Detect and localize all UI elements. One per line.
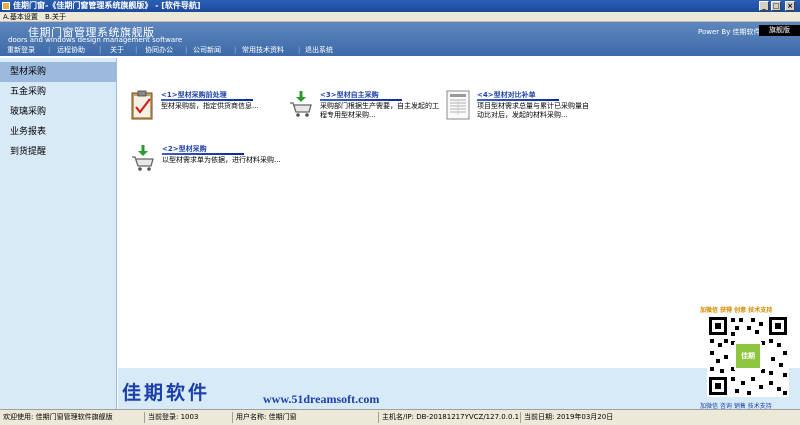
card-description: 以型材需求单为依据，进行材料采购... xyxy=(162,156,281,164)
nav-separator: | xyxy=(99,46,102,54)
main-panel: <1>型材采购前处理 型材采购前，指定供货商信息... <3>型材自主采购 采购… xyxy=(118,58,800,368)
qr-caption-top: 加微信 获得 创意 技术支持 xyxy=(700,307,773,314)
nav-about[interactable]: 关于 xyxy=(110,44,124,56)
title-underline xyxy=(320,99,402,101)
status-current-date: 当前日期: 2019年03月20日 xyxy=(524,413,614,421)
title-underline xyxy=(162,153,244,155)
minimize-button[interactable]: _ xyxy=(759,1,769,11)
menu-about[interactable]: B.关于 xyxy=(45,12,66,22)
maximize-button[interactable]: □ xyxy=(771,1,781,11)
logo-title-en: doors and windows design management soft… xyxy=(8,36,183,44)
status-divider xyxy=(144,412,145,423)
status-current-login: 当前登录: 1003 xyxy=(148,413,199,421)
sidebar-item-arrival-reminder[interactable]: 到货提醒 xyxy=(0,142,117,162)
status-divider xyxy=(378,412,379,423)
sidebar: 型材采购 五金采购 玻璃采购 业务报表 到货提醒 xyxy=(0,58,117,409)
nav-separator: | xyxy=(298,46,301,54)
card-description: 项目型材需求总量与累计已采购量自动比对后，发起的材料采购... xyxy=(477,102,589,119)
nav-relogin[interactable]: 重新登录 xyxy=(7,44,35,56)
nav-company-news[interactable]: 公司新闻 xyxy=(193,44,221,56)
nav-exit[interactable]: 退出系统 xyxy=(305,44,333,56)
footer-brand-strip: 佳期软件 www.51dreamsoft.com xyxy=(118,368,800,409)
power-by-label: Power By 佳期软件 xyxy=(698,28,761,36)
card-description: 采购部门根据生产需要，自主发起的工程专用型材采购... xyxy=(320,102,439,119)
close-button[interactable]: × xyxy=(785,1,795,11)
nav-separator: | xyxy=(234,46,237,54)
nav-separator: | xyxy=(48,46,51,54)
nav-remote-assist[interactable]: 远程协助 xyxy=(57,44,85,56)
status-user-name: 用户名称: 佳期门窗 xyxy=(236,413,297,421)
clipboard-check-icon xyxy=(131,90,153,120)
sidebar-item-hardware-purchase[interactable]: 五金采购 xyxy=(0,82,117,102)
title-underline xyxy=(161,99,253,101)
window-title: 佳期门窗-《佳期门窗管理系统旗舰版》 - [软件导航] xyxy=(13,1,201,10)
nav-bar: 重新登录 | 远程协助 | 关于 | 协同办公 | 公司新闻 | 常用技术资料 … xyxy=(0,44,800,56)
status-bar: 欢迎使用: 佳期门窗管理软件旗舰版 当前登录: 1003 用户名称: 佳期门窗 … xyxy=(0,409,800,425)
brand-name-cn: 佳期软件 xyxy=(122,382,211,404)
sidebar-item-business-reports[interactable]: 业务报表 xyxy=(0,122,117,142)
sidebar-item-profile-purchase[interactable]: 型材采购 xyxy=(0,62,117,82)
card-description: 型材采购前，指定供货商信息... xyxy=(161,102,259,110)
brand-website[interactable]: www.51dreamsoft.com xyxy=(263,392,379,407)
document-report-icon xyxy=(446,90,470,120)
status-divider xyxy=(232,412,233,423)
qr-center-logo: 佳期 xyxy=(741,352,755,360)
status-welcome: 欢迎使用: 佳期门窗管理软件旗舰版 xyxy=(3,413,113,421)
edition-badge: 旗舰版 xyxy=(759,25,800,36)
app-icon xyxy=(2,2,10,10)
nav-separator: | xyxy=(135,46,138,54)
menu-bar: A.基本设置 B.关于 xyxy=(0,12,800,22)
sidebar-item-glass-purchase[interactable]: 玻璃采购 xyxy=(0,102,117,122)
shopping-cart-icon xyxy=(132,145,154,171)
title-bar: 佳期门窗-《佳期门窗管理系统旗舰版》 - [软件导航] _ □ × xyxy=(0,0,800,12)
nav-tech-docs[interactable]: 常用技术资料 xyxy=(242,44,284,56)
nav-separator: | xyxy=(185,46,188,54)
shopping-cart-icon xyxy=(290,91,312,117)
status-divider xyxy=(520,412,521,423)
status-host-ip: 主机名/IP: DB-20181217YVCZ/127.0.0.1 xyxy=(382,413,520,421)
title-underline xyxy=(477,99,559,101)
nav-collaboration[interactable]: 协同办公 xyxy=(145,44,173,56)
menu-basic-settings[interactable]: A.基本设置 xyxy=(3,12,38,22)
